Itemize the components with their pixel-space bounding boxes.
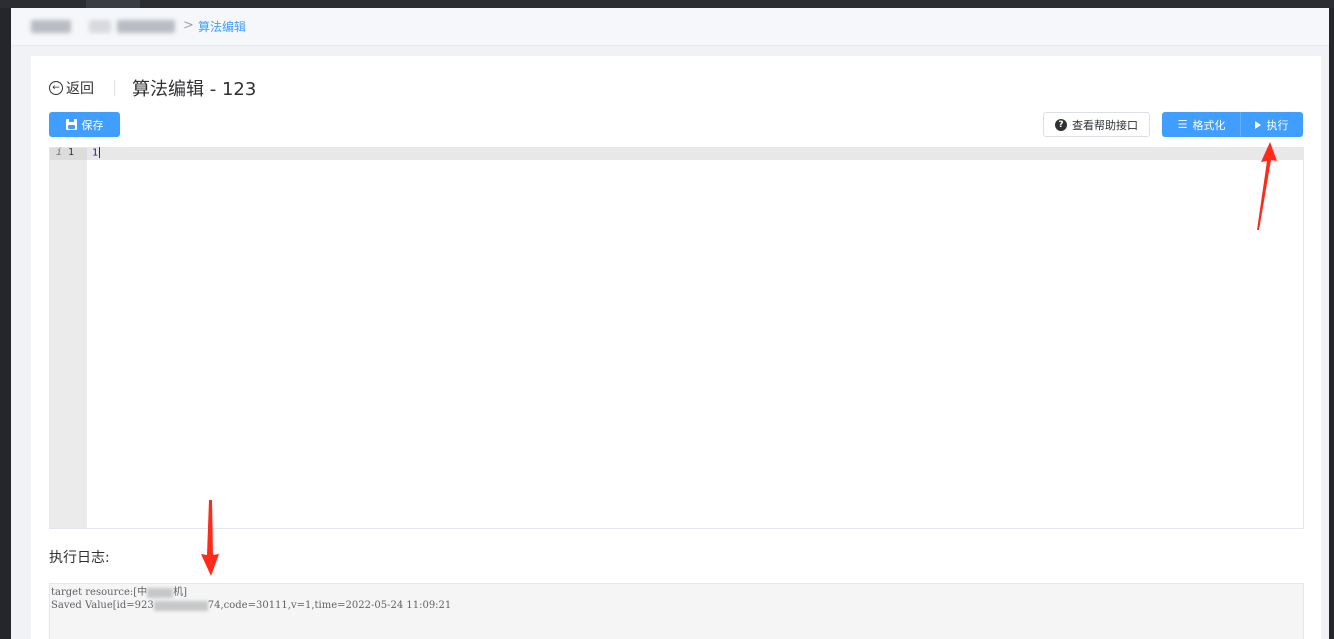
right-edge bbox=[1329, 8, 1334, 639]
save-button[interactable]: 保存 bbox=[49, 112, 120, 137]
page-header: ← 返回 算法编辑 - 123 bbox=[49, 76, 256, 100]
format-button[interactable]: ☰ 格式化 bbox=[1162, 112, 1241, 137]
help-label: 查看帮助接口 bbox=[1072, 118, 1138, 132]
log-line: target resource:[中 机] bbox=[51, 586, 1303, 599]
back-button[interactable]: ← 返回 bbox=[49, 78, 94, 98]
help-api-button[interactable]: ? 查看帮助接口 bbox=[1043, 112, 1150, 137]
question-circle-icon: ? bbox=[1055, 118, 1067, 131]
header-divider bbox=[114, 80, 115, 96]
breadcrumb-item-redacted[interactable] bbox=[117, 20, 175, 33]
log-line: Saved Value[id=923 74,code=30111,v=1,time… bbox=[51, 599, 1303, 612]
left-sidebar-edge bbox=[0, 8, 11, 639]
run-label: 执行 bbox=[1266, 118, 1289, 132]
code-text: 1 bbox=[92, 147, 99, 159]
code-line[interactable]: 1 bbox=[92, 147, 101, 159]
editor-card: ← 返回 算法编辑 - 123 保存 ? 查看帮助接口 ☰ 格式化 执行 i 1… bbox=[31, 56, 1321, 639]
execution-log[interactable]: target resource:[中 机] Saved Value[id=923 7… bbox=[49, 583, 1304, 639]
breadcrumb-item-redacted[interactable] bbox=[31, 20, 71, 33]
line-number: 1 bbox=[68, 147, 75, 158]
redacted-text bbox=[147, 587, 174, 598]
format-list-icon: ☰ bbox=[1177, 118, 1188, 131]
log-text: 74,code=30111,v=1,time=2022-05-24 11:09:… bbox=[207, 600, 452, 611]
page-title: 算法编辑 - 123 bbox=[132, 79, 257, 100]
log-text: Saved Value[id=923 bbox=[51, 600, 154, 611]
save-floppy-icon bbox=[65, 119, 77, 130]
breadcrumb-separator-redacted bbox=[89, 20, 111, 33]
top-tab-stub[interactable] bbox=[86, 0, 140, 8]
format-label: 格式化 bbox=[1192, 118, 1226, 132]
run-button[interactable]: 执行 bbox=[1240, 112, 1303, 137]
text-cursor bbox=[99, 147, 101, 158]
editor-active-line bbox=[87, 148, 1303, 160]
play-icon bbox=[1254, 120, 1261, 129]
annotation-arrow-log bbox=[201, 500, 219, 576]
redacted-text bbox=[153, 600, 208, 611]
editor-gutter bbox=[50, 148, 87, 528]
window-top-bar bbox=[0, 0, 1334, 8]
save-label: 保存 bbox=[81, 118, 104, 132]
breadcrumb-separator: > bbox=[183, 18, 194, 33]
code-editor[interactable]: i 1 1 bbox=[49, 147, 1304, 529]
gutter-active-line: i 1 bbox=[50, 147, 87, 160]
circle-arrow-left-icon: ← bbox=[49, 81, 63, 95]
log-title: 执行日志: bbox=[49, 550, 110, 566]
line-info-icon: i bbox=[56, 147, 63, 158]
breadcrumb: > 算法编辑 bbox=[11, 8, 1329, 46]
breadcrumb-current: 算法编辑 bbox=[198, 20, 247, 34]
log-text: 机] bbox=[173, 587, 188, 598]
annotation-arrow-run bbox=[1257, 142, 1277, 230]
back-label: 返回 bbox=[66, 81, 94, 97]
log-text: target resource:[中 bbox=[51, 587, 148, 598]
